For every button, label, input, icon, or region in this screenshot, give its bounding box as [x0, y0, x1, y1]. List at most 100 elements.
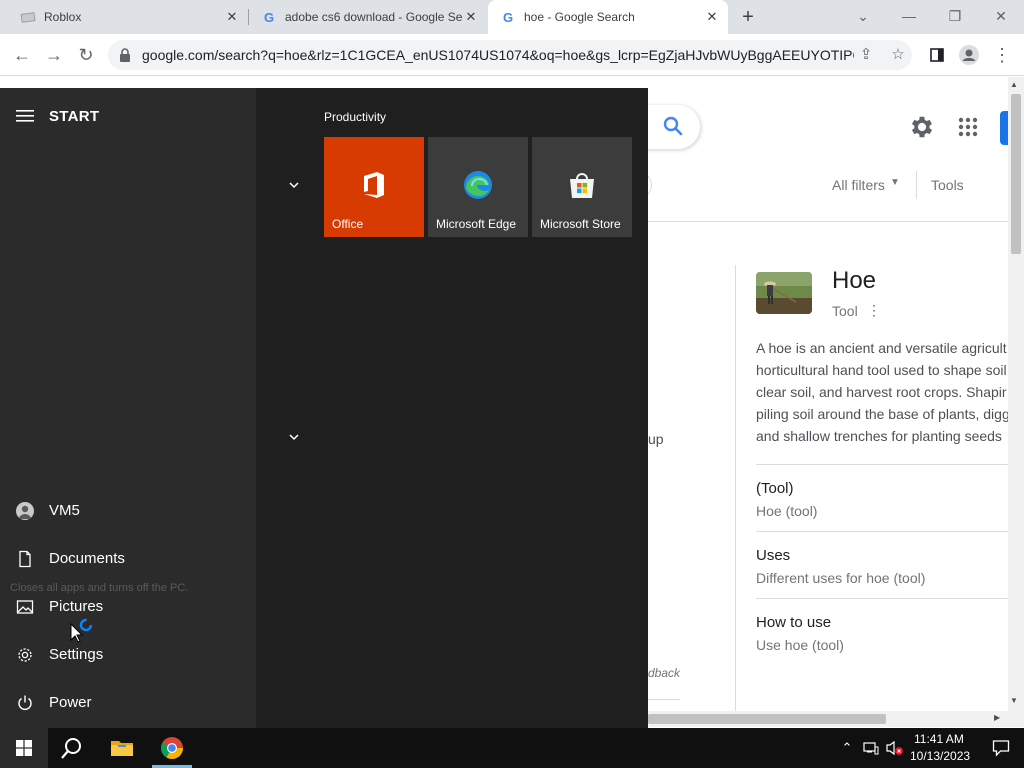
chevron-down-icon[interactable] — [284, 179, 304, 193]
pictures-label: Pictures — [49, 598, 104, 615]
store-icon — [570, 173, 594, 198]
kp-section-heading: (Tool) — [756, 480, 794, 497]
hamburger-menu-icon[interactable] — [16, 108, 34, 124]
tile-label: Office — [332, 217, 364, 231]
close-tab-icon[interactable]: ✕ — [463, 9, 479, 25]
restore-button[interactable]: ❐ — [941, 4, 969, 28]
microsoft-edge-tile[interactable]: Microsoft Edge — [428, 137, 528, 237]
file-explorer-button[interactable] — [98, 728, 146, 768]
close-window-button[interactable]: ✕ — [987, 4, 1015, 28]
user-name: VM5 — [49, 502, 80, 519]
divider — [756, 598, 1008, 599]
all-filters-button[interactable]: All filters — [832, 177, 885, 193]
power-label: Power — [49, 694, 92, 711]
kp-section-subtext: Hoe (tool) — [756, 503, 818, 519]
action-center-button[interactable] — [980, 728, 1024, 768]
back-button[interactable]: ← — [10, 43, 34, 67]
profile-avatar[interactable] — [957, 43, 981, 67]
lock-icon — [120, 48, 130, 62]
share-icon[interactable]: ⇪ — [856, 45, 876, 65]
google-g-icon: G — [502, 9, 514, 25]
knowledge-panel-subtitle: Tool — [832, 303, 858, 319]
google-g-icon: G — [263, 9, 275, 25]
chevron-down-icon[interactable] — [284, 431, 304, 445]
side-panel-icon[interactable] — [925, 43, 949, 67]
divider — [756, 464, 1008, 465]
scroll-right-arrow-icon[interactable]: ▶ — [994, 713, 1000, 722]
clock-date[interactable]: 10/13/2023 — [910, 749, 970, 763]
new-tab-button[interactable]: + — [736, 5, 760, 29]
documents-button[interactable]: Documents — [0, 536, 256, 584]
divider — [916, 171, 917, 199]
knowledge-panel-title: Hoe — [832, 267, 877, 294]
kp-section-heading: How to use — [756, 614, 832, 631]
start-menu: START VM5 Documents Closes all apps and … — [0, 88, 648, 728]
windows-logo-icon — [16, 740, 32, 756]
vertical-scrollbar-thumb[interactable] — [1011, 94, 1021, 254]
description-line: piling soil around the base of plants, d… — [756, 406, 1008, 422]
tile-group-label: Productivity — [324, 110, 387, 124]
address-bar[interactable]: google.com/search?q=hoe&rlz=1C1GCEA_enUS… — [108, 40, 912, 70]
pictures-button[interactable]: Pictures — [0, 584, 256, 632]
gear-icon[interactable] — [908, 113, 936, 141]
loading-ring-icon — [79, 618, 93, 632]
google-apps-icon[interactable] — [956, 115, 980, 139]
divider — [756, 531, 1008, 532]
forward-button[interactable]: → — [42, 43, 66, 67]
search-icon — [61, 738, 81, 759]
clock-time[interactable]: 11:41 AM — [914, 732, 964, 746]
tab-title: hoe - Google Search — [524, 10, 635, 24]
tab-roblox[interactable]: Roblox ✕ — [8, 0, 248, 34]
office-tile[interactable]: Office — [324, 137, 424, 237]
feedback-link[interactable]: dback — [648, 666, 680, 680]
start-button[interactable] — [0, 728, 48, 768]
chrome-icon — [161, 737, 183, 759]
roblox-icon — [20, 9, 36, 25]
description-line: and shallow trenches for planting seeds — [756, 428, 1002, 444]
settings-button[interactable]: Settings — [0, 632, 256, 680]
show-hidden-icons-chevron-icon[interactable]: ⌃ — [838, 738, 856, 758]
description-line: clear soil, and harvest root crops. Shap… — [756, 384, 1007, 400]
tab-strip: Roblox ✕ G adobe cs6 download - Google S… — [0, 0, 1024, 34]
tab-hoe-google-search[interactable]: G hoe - Google Search ✕ — [488, 0, 728, 34]
bookmark-star-icon[interactable]: ☆ — [888, 45, 908, 65]
reload-button[interactable]: ↻ — [74, 43, 98, 67]
scroll-up-arrow-icon[interactable]: ▲ — [1010, 80, 1018, 89]
taskbar: ⌃ 11:41 AM 10/13/2023 — [0, 728, 1024, 768]
pictures-icon — [16, 600, 34, 614]
minimize-button[interactable]: — — [895, 4, 923, 28]
hoe-thumbnail-image[interactable] — [756, 272, 812, 314]
close-tab-icon[interactable]: ✕ — [704, 9, 720, 25]
power-button[interactable]: Power — [0, 680, 256, 728]
kp-section-heading: Uses — [756, 547, 791, 564]
tab-adobe-cs6-download[interactable]: G adobe cs6 download - Google Se ✕ — [249, 0, 487, 34]
divider — [648, 699, 680, 700]
horizontal-scrollbar-thumb[interactable] — [648, 714, 886, 724]
result-text-fragment: up — [648, 431, 664, 447]
tab-search-chevron-icon[interactable]: ⌄ — [849, 4, 877, 28]
chrome-menu-icon[interactable]: ⋮ — [990, 43, 1014, 67]
kp-section-subtext: Different uses for hoe (tool) — [756, 570, 926, 586]
start-menu-sidebar: START VM5 Documents Closes all apps and … — [0, 88, 256, 728]
volume-muted-icon[interactable] — [886, 738, 904, 758]
start-menu-title: START — [49, 108, 100, 125]
caret-down-icon: ▼ — [890, 177, 900, 188]
network-icon[interactable] — [862, 738, 880, 758]
power-icon — [18, 695, 32, 710]
more-options-icon[interactable]: ⋮ — [866, 301, 882, 319]
user-account-button[interactable]: VM5 — [0, 488, 256, 536]
tools-button[interactable]: Tools — [931, 177, 964, 193]
search-button[interactable] — [48, 728, 96, 768]
gear-icon — [18, 648, 32, 662]
chrome-taskbar-button[interactable] — [148, 728, 196, 768]
settings-label: Settings — [49, 646, 104, 663]
microsoft-store-tile[interactable]: Microsoft Store — [532, 137, 632, 237]
folder-icon — [111, 741, 133, 756]
knowledge-panel-description: A hoe is an ancient and versatile agricu… — [756, 337, 1008, 447]
tile-label: Microsoft Store — [540, 217, 621, 231]
notification-icon — [992, 740, 1010, 757]
scroll-down-arrow-icon[interactable]: ▼ — [1010, 696, 1018, 705]
close-tab-icon[interactable]: ✕ — [224, 9, 240, 25]
sign-in-button[interactable] — [1000, 111, 1008, 145]
url-text: google.com/search?q=hoe&rlz=1C1GCEA_enUS… — [142, 47, 854, 63]
